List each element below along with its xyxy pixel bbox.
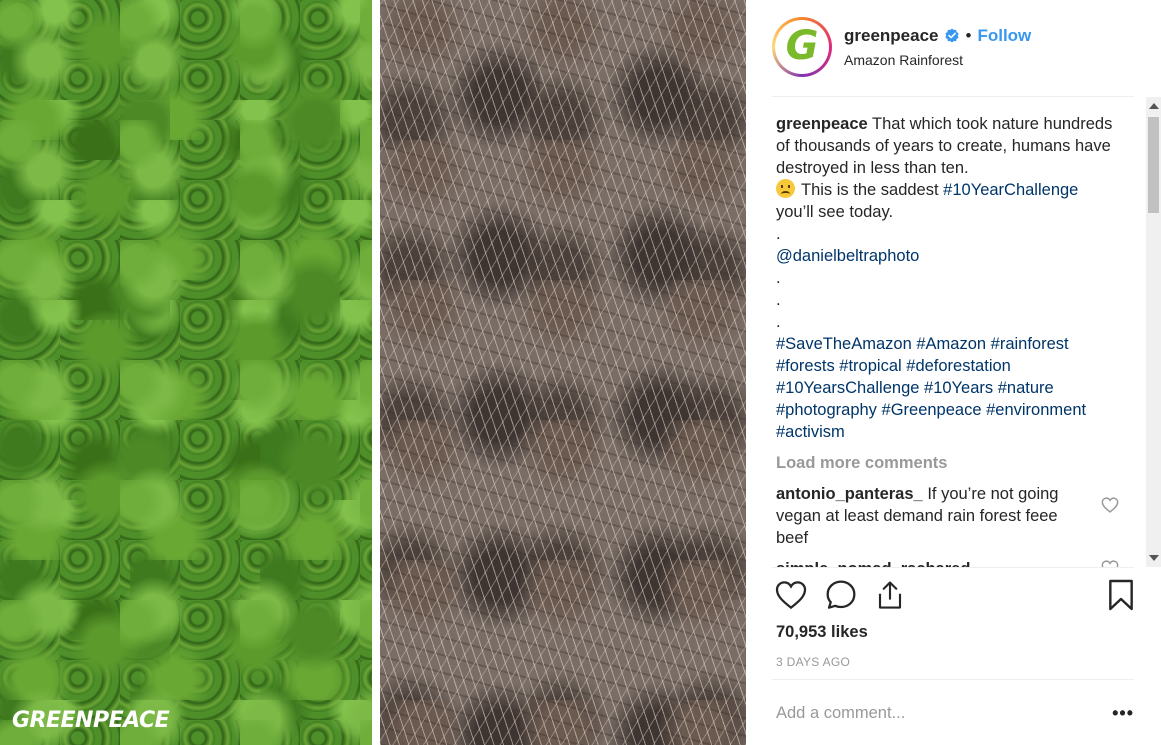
more-options-icon[interactable]: ••• bbox=[1112, 703, 1134, 724]
separator-dot: • bbox=[965, 26, 972, 45]
comment-button[interactable] bbox=[824, 578, 858, 612]
comment-input[interactable] bbox=[776, 703, 1113, 723]
header-username[interactable]: greenpeace bbox=[844, 26, 939, 46]
comments-divider bbox=[772, 567, 1134, 568]
post-caption: greenpeace That which took nature hundre… bbox=[776, 97, 1116, 443]
greenpeace-watermark: GREENPEACE bbox=[12, 708, 170, 733]
post-timestamp[interactable]: 3 DAYS AGO bbox=[776, 655, 850, 669]
avatar[interactable]: G bbox=[772, 17, 832, 77]
scroll-up-arrow-icon[interactable] bbox=[1149, 103, 1159, 109]
heart-icon bbox=[775, 581, 807, 610]
post-image[interactable]: GREENPEACE bbox=[0, 0, 746, 745]
comment-box-divider bbox=[772, 679, 1134, 680]
share-icon bbox=[878, 581, 902, 609]
comment-item: simple_nomad_rachared bbox=[776, 558, 1119, 567]
hashtag-link[interactable]: #10YearsChallenge bbox=[776, 379, 919, 397]
post-header: G greenpeace • Follow Amazon Rainforest bbox=[772, 16, 1132, 78]
deforested-photo-half bbox=[380, 0, 746, 745]
caption-username[interactable]: greenpeace bbox=[776, 115, 868, 133]
hashtag-link[interactable]: #environment bbox=[986, 401, 1086, 419]
comment-bubble-icon bbox=[826, 580, 856, 609]
hashtag-link[interactable]: #activism bbox=[776, 423, 845, 441]
comment-item: antonio_panteras_ If you’re not going ve… bbox=[776, 483, 1119, 549]
caption-text-2: This is the saddest bbox=[801, 181, 939, 199]
image-divider bbox=[372, 0, 380, 745]
comment-username[interactable]: simple_nomad_rachared bbox=[776, 560, 970, 567]
caption-dot: . bbox=[776, 225, 781, 243]
hashtag-link[interactable]: #Amazon bbox=[916, 335, 986, 353]
hashtag-link[interactable]: #tropical bbox=[839, 357, 901, 375]
share-button[interactable] bbox=[873, 578, 907, 612]
caption-text-3: you’ll see today. bbox=[776, 203, 894, 221]
add-comment-bar: ••• bbox=[776, 696, 1136, 730]
hashtag-link[interactable]: #rainforest bbox=[991, 335, 1069, 353]
comment-like-heart-icon[interactable] bbox=[1101, 560, 1119, 567]
comment-username[interactable]: antonio_panteras_ bbox=[776, 485, 923, 503]
caption-dot: . bbox=[776, 269, 781, 287]
disappointed-face-emoji-icon bbox=[776, 179, 795, 198]
scrollbar-thumb[interactable] bbox=[1148, 117, 1159, 213]
hashtag-link[interactable]: #10YearChallenge bbox=[943, 181, 1078, 199]
location-link[interactable]: Amazon Rainforest bbox=[844, 52, 1031, 68]
caption-dot: . bbox=[776, 291, 781, 309]
hashtag-link[interactable]: #forests bbox=[776, 357, 835, 375]
hashtag-link[interactable]: #photography bbox=[776, 401, 877, 419]
forest-photo-half bbox=[0, 0, 372, 745]
verified-badge-icon bbox=[944, 28, 959, 43]
likes-count[interactable]: 70,953 likes bbox=[776, 623, 868, 642]
comments-list[interactable]: greenpeace That which took nature hundre… bbox=[776, 97, 1141, 567]
caption-dot: . bbox=[776, 313, 781, 331]
hashtag-link[interactable]: #deforestation bbox=[906, 357, 1011, 375]
avatar-logo: G bbox=[785, 23, 819, 69]
hashtag-link[interactable]: #10Years bbox=[924, 379, 993, 397]
post-actions-bar bbox=[774, 578, 1136, 614]
load-more-comments-button[interactable]: Load more comments bbox=[776, 452, 1141, 474]
hashtag-link[interactable]: #nature bbox=[998, 379, 1054, 397]
hashtag-link[interactable]: #Greenpeace bbox=[882, 401, 982, 419]
comments-scrollbar[interactable] bbox=[1146, 97, 1161, 567]
save-button[interactable] bbox=[1104, 578, 1138, 612]
hashtag-link[interactable]: #SaveTheAmazon bbox=[776, 335, 912, 353]
scroll-down-arrow-icon[interactable] bbox=[1149, 555, 1159, 561]
bookmark-icon bbox=[1109, 579, 1133, 611]
like-button[interactable] bbox=[774, 578, 808, 612]
comment-like-heart-icon[interactable] bbox=[1101, 497, 1119, 513]
follow-button[interactable]: Follow bbox=[977, 26, 1031, 46]
mention-link[interactable]: @danielbeltraphoto bbox=[776, 247, 919, 265]
